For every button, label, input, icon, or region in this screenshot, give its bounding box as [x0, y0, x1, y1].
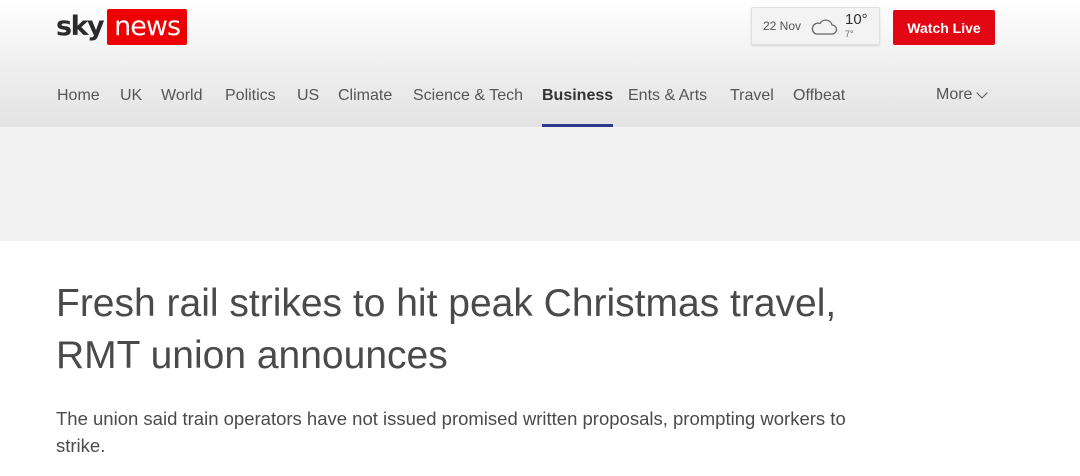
- nav-item-offbeat[interactable]: Offbeat: [793, 86, 845, 127]
- article-standfirst: The union said train operators have not …: [56, 408, 846, 456]
- logo-sky-text: sky: [56, 11, 105, 42]
- weather-widget[interactable]: 22 Nov 10° 7°: [751, 7, 880, 45]
- more-menu-button[interactable]: More: [936, 86, 989, 104]
- weather-high-temp: 10°: [845, 11, 868, 28]
- nav-item-world[interactable]: World: [161, 86, 203, 127]
- nav-item-climate[interactable]: Climate: [338, 86, 392, 127]
- nav-item-uk[interactable]: UK: [120, 86, 142, 127]
- nav-item-politics[interactable]: Politics: [225, 86, 276, 127]
- nav-item-business[interactable]: Business: [542, 86, 614, 127]
- nav-item-home[interactable]: Home: [57, 86, 100, 127]
- chevron-down-icon: [976, 86, 989, 99]
- ad-placeholder-band: [0, 127, 1080, 241]
- nav-item-travel[interactable]: Travel: [730, 86, 774, 127]
- nav-item-us[interactable]: US: [297, 86, 319, 127]
- logo-news-text: news: [107, 9, 188, 45]
- cloud-icon: [811, 19, 838, 35]
- nav-item-ents-arts[interactable]: Ents & Arts: [628, 86, 707, 127]
- masthead: sky news 22 Nov 10° 7° Watch Live Home U…: [0, 0, 1080, 127]
- more-label: More: [936, 86, 973, 103]
- article-headline: Fresh rail strikes to hit peak Christmas…: [56, 282, 837, 377]
- sky-news-logo[interactable]: sky news: [56, 9, 188, 45]
- main-nav: Home UK World Politics US Climate Scienc…: [0, 80, 1080, 127]
- weather-date: 22 Nov: [763, 19, 802, 33]
- nav-item-science-tech[interactable]: Science & Tech: [413, 86, 523, 127]
- weather-low-temp: 7°: [845, 29, 854, 39]
- watch-live-button[interactable]: Watch Live: [893, 10, 995, 45]
